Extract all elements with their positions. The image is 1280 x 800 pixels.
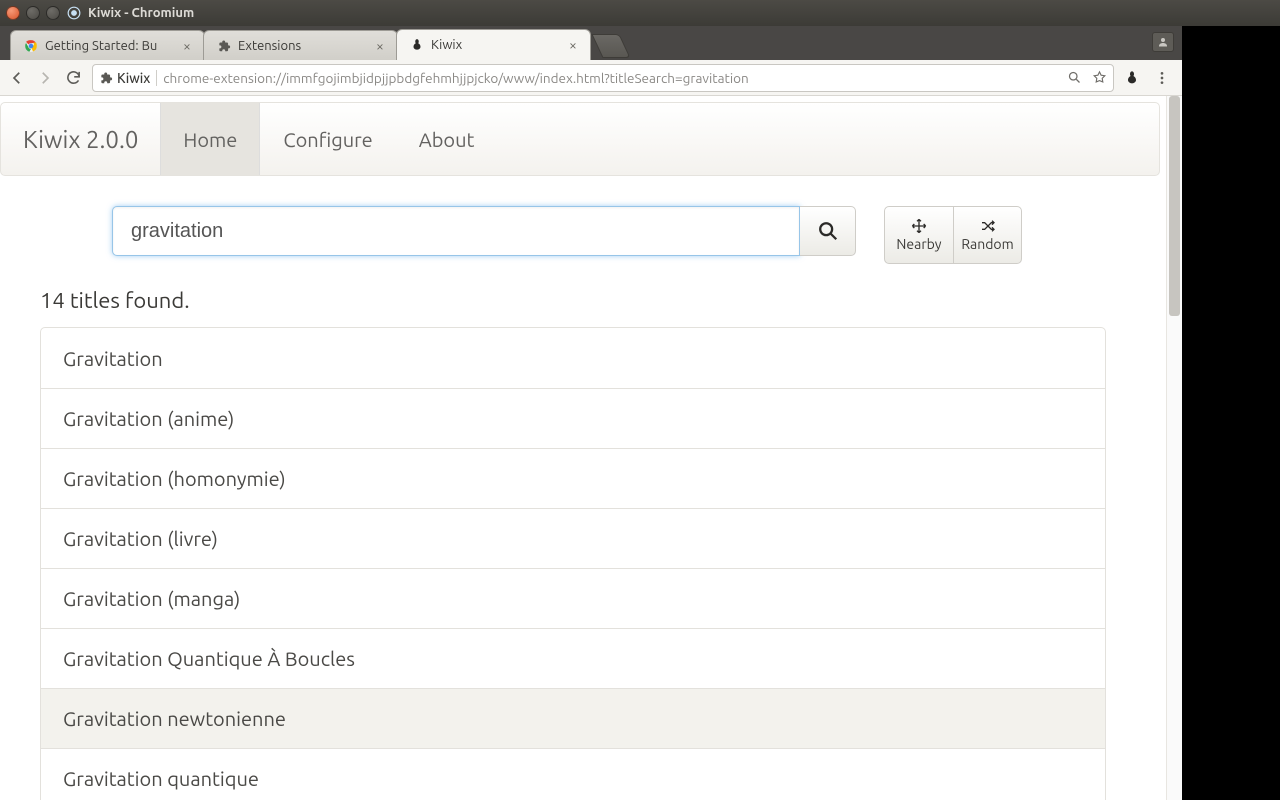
browser-menu-button[interactable] bbox=[1154, 70, 1174, 86]
random-button[interactable]: Random bbox=[953, 207, 1021, 263]
result-item[interactable]: Gravitation (manga) bbox=[41, 568, 1105, 628]
browser-tab[interactable]: Kiwix × bbox=[396, 29, 591, 60]
shuffle-icon bbox=[979, 218, 997, 234]
window-minimize-button[interactable] bbox=[26, 6, 40, 20]
result-item[interactable]: Gravitation (homonymie) bbox=[41, 448, 1105, 508]
toolbar: Kiwix chrome-extension://immfgojimbjidpj… bbox=[0, 60, 1182, 96]
window-titlebar: Kiwix - Chromium bbox=[0, 0, 1280, 26]
zoom-icon[interactable] bbox=[1067, 70, 1082, 85]
window-title: Kiwix - Chromium bbox=[88, 6, 194, 20]
result-item[interactable]: Gravitation (livre) bbox=[41, 508, 1105, 568]
scrollbar-thumb[interactable] bbox=[1169, 96, 1180, 316]
result-item[interactable]: Gravitation newtonienne bbox=[41, 688, 1105, 748]
tab-about[interactable]: About bbox=[396, 103, 498, 175]
search-input[interactable] bbox=[112, 206, 800, 256]
move-icon bbox=[911, 218, 927, 234]
page-content: Kiwix 2.0.0 Home Configure About bbox=[0, 96, 1166, 800]
util-button-group: Nearby Random bbox=[884, 206, 1022, 264]
kiwix-icon bbox=[409, 37, 425, 53]
kiwix-extension-icon[interactable] bbox=[1124, 70, 1144, 86]
browser-tab[interactable]: Getting Started: Bu × bbox=[10, 30, 205, 60]
browser-window: Getting Started: Bu × Extensions × Kiwix… bbox=[0, 26, 1182, 800]
tab-configure[interactable]: Configure bbox=[260, 103, 395, 175]
search-group bbox=[112, 206, 856, 256]
window-buttons bbox=[6, 6, 60, 20]
app-navbar: Kiwix 2.0.0 Home Configure About bbox=[0, 102, 1160, 176]
profile-button[interactable] bbox=[1152, 32, 1174, 52]
window-close-button[interactable] bbox=[6, 6, 20, 20]
close-icon[interactable]: × bbox=[373, 39, 387, 53]
browser-tab-label: Kiwix bbox=[431, 38, 560, 52]
chrome-icon bbox=[23, 38, 39, 54]
app-brand: Kiwix 2.0.0 bbox=[1, 103, 160, 175]
back-button[interactable] bbox=[8, 69, 26, 87]
extension-chip: Kiwix bbox=[99, 70, 157, 86]
nearby-button[interactable]: Nearby bbox=[885, 207, 953, 263]
result-item[interactable]: Gravitation quantique bbox=[41, 748, 1105, 800]
tab-home[interactable]: Home bbox=[160, 103, 260, 175]
nearby-label: Nearby bbox=[896, 236, 941, 252]
vertical-scrollbar[interactable] bbox=[1166, 96, 1182, 800]
random-label: Random bbox=[961, 236, 1013, 252]
desktop-background-strip bbox=[1182, 26, 1280, 800]
close-icon[interactable]: × bbox=[566, 38, 580, 52]
close-icon[interactable]: × bbox=[180, 39, 194, 53]
result-item[interactable]: Gravitation bbox=[41, 328, 1105, 388]
bookmark-icon[interactable] bbox=[1092, 70, 1107, 85]
address-bar[interactable]: Kiwix chrome-extension://immfgojimbjidpj… bbox=[92, 64, 1114, 92]
app-nav-tabs: Home Configure About bbox=[160, 103, 497, 175]
browser-tab-label: Extensions bbox=[238, 39, 367, 53]
result-item[interactable]: Gravitation (anime) bbox=[41, 388, 1105, 448]
search-button[interactable] bbox=[800, 206, 856, 256]
new-tab-button[interactable] bbox=[591, 34, 630, 58]
search-row: Nearby Random bbox=[0, 176, 1166, 264]
browser-tab-label: Getting Started: Bu bbox=[45, 39, 174, 53]
result-item[interactable]: Gravitation Quantique À Boucles bbox=[41, 628, 1105, 688]
tab-strip: Getting Started: Bu × Extensions × Kiwix… bbox=[0, 26, 1182, 60]
window-app-icon bbox=[66, 5, 82, 21]
extension-chip-label: Kiwix bbox=[117, 70, 150, 86]
browser-tab[interactable]: Extensions × bbox=[203, 30, 398, 60]
results-list: GravitationGravitation (anime)Gravitatio… bbox=[40, 327, 1106, 800]
results-count: 14 titles found. bbox=[0, 264, 1166, 321]
window-maximize-button[interactable] bbox=[46, 6, 60, 20]
puzzle-icon bbox=[216, 38, 232, 54]
address-bar-url: chrome-extension://immfgojimbjidpjjpbdgf… bbox=[163, 70, 1061, 86]
forward-button[interactable] bbox=[36, 69, 54, 87]
reload-button[interactable] bbox=[64, 69, 82, 87]
viewport: Kiwix 2.0.0 Home Configure About bbox=[0, 96, 1182, 800]
